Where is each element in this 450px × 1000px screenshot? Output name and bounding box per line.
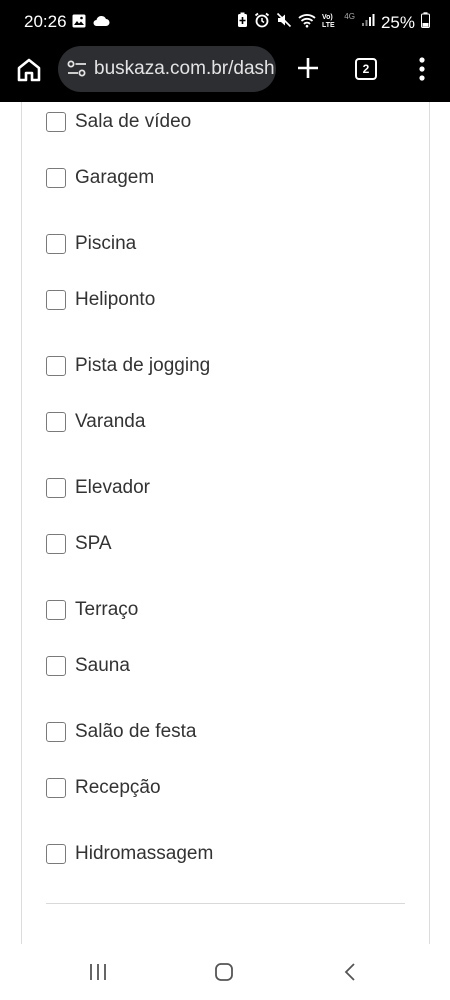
browser-toolbar: buskaza.com.br/dash 2 (0, 44, 450, 102)
checkbox[interactable] (46, 722, 66, 742)
site-settings-icon[interactable] (66, 59, 88, 79)
amenity-option[interactable]: Pista de jogging (46, 354, 210, 378)
network-type: 4G (344, 12, 355, 21)
option-label: Hidromassagem (75, 843, 214, 864)
more-vert-icon (419, 57, 425, 81)
option-label: SPA (75, 533, 112, 554)
checkbox[interactable] (46, 656, 66, 676)
svg-text:LTE: LTE (322, 22, 335, 28)
amenity-option[interactable]: Piscina (46, 232, 136, 256)
amenity-option[interactable]: Elevador (46, 476, 150, 500)
checkbox[interactable] (46, 234, 66, 254)
amenity-option[interactable]: Terraço (46, 598, 138, 622)
amenity-option[interactable]: Hidromassagem (46, 842, 213, 866)
back-icon (344, 963, 355, 981)
option-label: Piscina (75, 233, 137, 254)
notification-icons (72, 14, 110, 33)
amenity-option[interactable]: Sala de vídeo (46, 110, 191, 134)
amenity-option[interactable]: Heliponto (46, 288, 155, 312)
plus-icon (298, 58, 318, 78)
amenity-option[interactable]: Varanda (46, 410, 145, 434)
option-label: Varanda (75, 411, 146, 432)
battery-icon (421, 12, 430, 33)
image-icon (72, 14, 86, 33)
option-label: Salão de festa (75, 721, 197, 742)
home-button[interactable] (14, 55, 44, 85)
checkbox[interactable] (46, 290, 66, 310)
battery-percent: 25% (380, 12, 415, 32)
amenity-option[interactable]: Recepção (46, 776, 161, 800)
checkbox[interactable] (46, 412, 66, 432)
nav-home-icon (215, 963, 233, 981)
url-text[interactable]: buskaza.com.br/dash (94, 58, 275, 80)
option-label: Sauna (75, 655, 130, 676)
checkbox[interactable] (46, 778, 66, 798)
status-time: 20:26 (24, 12, 67, 31)
amenity-option[interactable]: Salão de festa (46, 720, 196, 744)
option-label: Terraço (75, 599, 139, 620)
option-label: Sala de vídeo (75, 111, 192, 132)
checkbox[interactable] (46, 478, 66, 498)
alarm-icon (254, 12, 270, 33)
cloud-icon (92, 14, 110, 33)
mute-icon (276, 12, 292, 33)
checkbox[interactable] (46, 534, 66, 554)
tab-switcher-button[interactable]: 2 (355, 58, 377, 80)
recents-icon (90, 964, 106, 980)
status-bar: 20:26 Vo) LTE 4G 25% (0, 0, 450, 44)
amenity-option[interactable]: Garagem (46, 166, 154, 190)
option-label: Recepção (75, 777, 161, 798)
option-label: Heliponto (75, 289, 156, 310)
recents-button[interactable] (88, 962, 108, 982)
checkbox[interactable] (46, 168, 66, 188)
option-label: Elevador (75, 477, 150, 498)
page-content: Sala de vídeo Garagem Piscina Heliponto Pist… (0, 102, 450, 962)
checkbox[interactable] (46, 844, 66, 864)
more-menu-button[interactable] (410, 54, 434, 84)
amenity-option[interactable]: SPA (46, 532, 112, 556)
volte-icon: Vo) LTE (322, 12, 338, 33)
home-icon (17, 58, 41, 82)
svg-text:Vo): Vo) (322, 14, 333, 21)
checkbox[interactable] (46, 600, 66, 620)
system-icons: Vo) LTE 4G 25% (237, 12, 430, 33)
signal-icon (361, 13, 375, 32)
checkbox[interactable] (46, 356, 66, 376)
checkbox[interactable] (46, 112, 66, 132)
system-nav-bar (0, 944, 450, 1000)
nav-home-button[interactable] (214, 962, 234, 982)
battery-saver-icon (237, 12, 248, 33)
back-button[interactable] (342, 962, 358, 982)
wifi-icon (298, 13, 316, 33)
new-tab-button[interactable] (294, 54, 322, 82)
option-label: Pista de jogging (75, 355, 211, 376)
divider (46, 903, 405, 904)
amenity-option[interactable]: Sauna (46, 654, 130, 678)
address-bar[interactable]: buskaza.com.br/dash (58, 46, 276, 92)
option-label: Garagem (75, 167, 155, 188)
